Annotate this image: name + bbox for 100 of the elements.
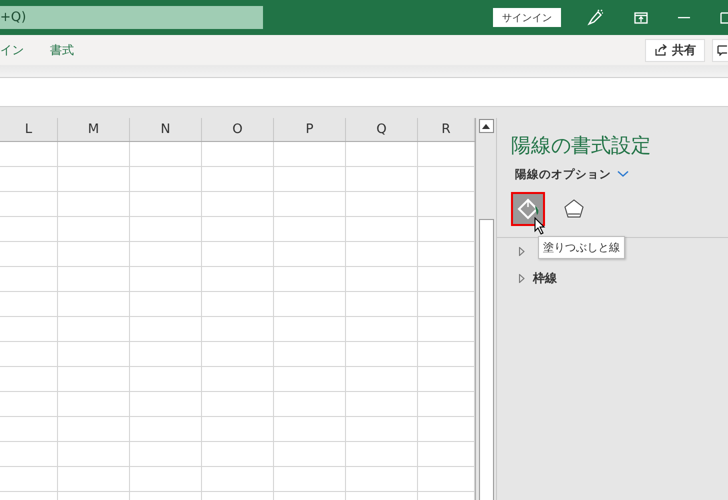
grid-cell[interactable] (0, 142, 58, 167)
grid-cell[interactable] (202, 392, 274, 417)
grid-cell[interactable] (130, 442, 202, 467)
grid-cell[interactable] (274, 317, 346, 342)
grid-cell[interactable] (0, 167, 58, 192)
grid-cell[interactable] (274, 142, 346, 167)
column-header[interactable]: N (130, 118, 202, 141)
grid-cell[interactable] (58, 442, 130, 467)
grid-cell[interactable] (346, 142, 418, 167)
grid-cell[interactable] (418, 342, 475, 367)
column-header[interactable]: M (58, 118, 130, 141)
grid-cell[interactable] (0, 417, 58, 442)
grid-cell[interactable] (0, 392, 58, 417)
grid-cell[interactable] (0, 367, 58, 392)
grid-cell[interactable] (130, 342, 202, 367)
grid-cell[interactable] (202, 217, 274, 242)
grid-cell[interactable] (0, 192, 58, 217)
grid-cell[interactable] (0, 242, 58, 267)
grid-cell[interactable] (130, 317, 202, 342)
grid-cell[interactable] (0, 342, 58, 367)
grid-cell[interactable] (58, 167, 130, 192)
grid-cell[interactable] (0, 442, 58, 467)
grid-cell[interactable] (418, 167, 475, 192)
grid-cell[interactable] (346, 267, 418, 292)
grid-cell[interactable] (346, 192, 418, 217)
grid-cell[interactable] (58, 392, 130, 417)
grid-cell[interactable] (274, 442, 346, 467)
grid-cell[interactable] (346, 242, 418, 267)
grid-cell[interactable] (346, 342, 418, 367)
share-button[interactable]: 共有 (645, 38, 705, 62)
grid-cell[interactable] (418, 317, 475, 342)
grid-cell[interactable] (58, 267, 130, 292)
grid-cell[interactable] (418, 367, 475, 392)
grid-cell[interactable] (130, 417, 202, 442)
grid-cell[interactable] (274, 417, 346, 442)
grid-cell[interactable] (130, 267, 202, 292)
grid-cell[interactable] (202, 292, 274, 317)
grid-cell[interactable] (202, 317, 274, 342)
window-icon[interactable] (634, 12, 648, 24)
grid-cell[interactable] (130, 367, 202, 392)
grid-cell[interactable] (274, 192, 346, 217)
column-header[interactable]: R (418, 118, 475, 141)
comment-button[interactable] (712, 38, 728, 62)
column-header[interactable]: L (0, 118, 58, 141)
grid-cell[interactable] (58, 192, 130, 217)
ribbon-tab[interactable]: 書式 (50, 42, 74, 58)
grid-cell[interactable] (130, 142, 202, 167)
grid-cell[interactable] (130, 392, 202, 417)
grid-cell[interactable] (58, 142, 130, 167)
grid-cell[interactable] (346, 292, 418, 317)
grid-cell[interactable] (346, 442, 418, 467)
grid-cell[interactable] (202, 342, 274, 367)
grid-cell[interactable] (346, 167, 418, 192)
grid-cell[interactable] (418, 467, 475, 492)
grid-cell[interactable] (202, 367, 274, 392)
grid-cell[interactable] (274, 217, 346, 242)
grid-cell[interactable] (130, 192, 202, 217)
chevron-down-icon[interactable] (617, 170, 629, 178)
grid-cell[interactable] (130, 217, 202, 242)
grid-cell[interactable] (346, 217, 418, 242)
column-header[interactable]: Q (346, 118, 418, 141)
grid-cell[interactable] (418, 267, 475, 292)
grid-cell[interactable] (130, 292, 202, 317)
grid-cell[interactable] (0, 217, 58, 242)
grid-cell[interactable] (418, 217, 475, 242)
grid-cell[interactable] (130, 167, 202, 192)
search-field[interactable]: +Q) (0, 6, 263, 29)
scroll-up-button[interactable] (478, 119, 494, 133)
grid-cell[interactable] (274, 292, 346, 317)
grid-cell[interactable] (202, 142, 274, 167)
grid-cell[interactable] (274, 242, 346, 267)
grid-cell[interactable] (274, 342, 346, 367)
grid-cell[interactable] (346, 417, 418, 442)
grid-cell[interactable] (202, 467, 274, 492)
grid-cell[interactable] (202, 242, 274, 267)
grid-cell[interactable] (0, 317, 58, 342)
pen-icon[interactable] (586, 8, 604, 26)
grid-cell[interactable] (130, 467, 202, 492)
grid-cell[interactable] (58, 342, 130, 367)
maximize-icon[interactable] (720, 12, 728, 24)
fill-line-tab[interactable] (511, 192, 545, 226)
grid-cell[interactable] (274, 392, 346, 417)
grid-cell[interactable] (202, 192, 274, 217)
grid-cell[interactable] (202, 417, 274, 442)
grid-cell[interactable] (58, 217, 130, 242)
grid-cell[interactable] (346, 367, 418, 392)
grid-cell[interactable] (346, 467, 418, 492)
grid-cell[interactable] (0, 467, 58, 492)
grid-cell[interactable] (202, 442, 274, 467)
triangle-right-icon[interactable] (519, 247, 525, 256)
grid-cell[interactable] (346, 317, 418, 342)
grid-cell[interactable] (58, 292, 130, 317)
grid-cell[interactable] (58, 467, 130, 492)
grid-cell[interactable] (202, 167, 274, 192)
grid-cell[interactable] (418, 242, 475, 267)
grid-cell[interactable] (58, 367, 130, 392)
column-header[interactable]: P (274, 118, 346, 141)
grid-cell[interactable] (274, 167, 346, 192)
column-header[interactable]: O (202, 118, 274, 141)
section-header[interactable]: 枠線 (533, 270, 557, 287)
